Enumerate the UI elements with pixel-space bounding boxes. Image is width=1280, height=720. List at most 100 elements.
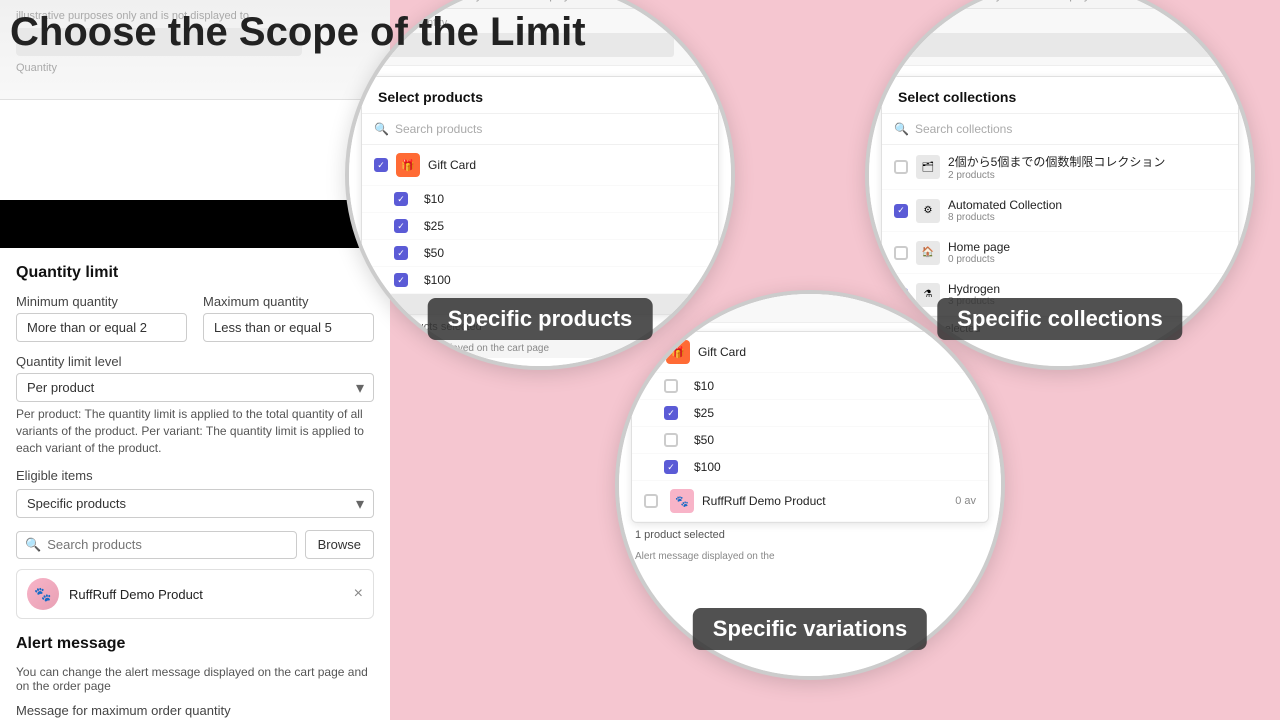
eligible-select-wrapper: Specific products: [16, 489, 374, 518]
mag-var-ruffruff-icon: 🐾: [670, 489, 694, 513]
mag-var-sub-25: $25: [632, 400, 988, 427]
eligible-items-label: Eligible items: [16, 468, 374, 483]
mag-var-ruffruff-label: RuffRuff Demo Product: [702, 494, 826, 508]
mag-var-ruffruff-count: 0 av: [955, 495, 976, 507]
mag-col-min-input: [881, 33, 1239, 57]
mag-col-min-label: min: [881, 17, 1239, 29]
limit-level-group: Quantity limit level Per product Per pro…: [16, 354, 374, 456]
mag-col-0-icon: 🗂: [916, 155, 940, 179]
specific-variations-label: Specific variations: [693, 608, 927, 650]
mag-product-giftcard: 🎁 Gift Card: [362, 145, 718, 186]
mag-col-title: Select collections: [882, 77, 1238, 114]
quantity-limit-section: Quantity limit: [16, 264, 374, 282]
mag-products-top-bar: illustrative purposes only and is not di…: [349, 0, 731, 9]
mag-col-1-count: 8 products: [948, 212, 1062, 223]
mag-var-50-checkbox: [664, 433, 678, 447]
mag-var-sub-100: $100: [632, 454, 988, 481]
search-icon: 🔍: [25, 537, 41, 553]
mag-col-0-title: 2個から5個までの個数制限コレクション: [948, 153, 1165, 170]
mag-100-checkbox: [394, 273, 408, 287]
mag-col-0-text: 2個から5個までの個数制限コレクション 2 products: [948, 153, 1165, 181]
min-quantity-group: Minimum quantity: [16, 294, 187, 342]
mag-col-1-icon: ⚙: [916, 199, 940, 223]
mag-col-0-checkbox: [894, 160, 908, 174]
mag-giftcard-label: Gift Card: [428, 158, 476, 172]
search-wrap: 🔍: [16, 531, 297, 559]
mag-25-checkbox: [394, 219, 408, 233]
mag-giftcard-checkbox: [374, 158, 388, 172]
mag-products-search-icon: 🔍: [374, 122, 389, 136]
mag-sub-50: $50: [362, 240, 718, 267]
specific-products-label: Specific products: [428, 298, 653, 340]
eligible-items-group: Eligible items Specific products: [16, 468, 374, 518]
mag-var-dialog: 🎁 Gift Card $10 $25 $50: [631, 331, 989, 566]
mag-100-label: $100: [424, 273, 451, 287]
mag-25-label: $25: [424, 219, 444, 233]
mag-var-25-label: $25: [694, 406, 714, 420]
mag-col-search-icon: 🔍: [894, 122, 909, 136]
mag-col-2-icon: 🏠: [916, 241, 940, 265]
mag-col-search-text: Search collections: [915, 122, 1012, 136]
search-products-input[interactable]: [47, 537, 287, 552]
mag-var-alert-note: Alert message displayed on the: [631, 547, 989, 566]
browse-button[interactable]: Browse: [305, 530, 374, 559]
mag-giftcard-icon: 🎁: [396, 153, 420, 177]
mag-10-label: $10: [424, 192, 444, 206]
mag-var-25-checkbox: [664, 406, 678, 420]
product-name: RuffRuff Demo Product: [69, 587, 354, 602]
mag-products-title: Select products: [362, 77, 718, 114]
mag-var-giftcard-icon: 🎁: [666, 340, 690, 364]
mag-col-item-2: 🏠 Home page 0 products: [882, 232, 1238, 274]
min-quantity-label: Minimum quantity: [16, 294, 187, 309]
mag-sub-25: $25: [362, 213, 718, 240]
mag-10-checkbox: [394, 192, 408, 206]
mag-var-giftcard-label: Gift Card: [698, 345, 746, 359]
mag-col-2-title: Home page: [948, 240, 1010, 254]
mag-sub-10: $10: [362, 186, 718, 213]
mag-var-ruffruff-checkbox: [644, 494, 658, 508]
mag-var-sub-50: $50: [632, 427, 988, 454]
mag-col-1-checkbox: [894, 204, 908, 218]
mag-col-2-count: 0 products: [948, 254, 1010, 265]
mag-products-search-text: Search products: [395, 122, 482, 136]
eligible-select[interactable]: Specific products: [16, 489, 374, 518]
mag-col-item-0: 🗂 2個から5個までの個数制限コレクション 2 products: [882, 145, 1238, 190]
mag-col-item-1: ⚙ Automated Collection 8 products: [882, 190, 1238, 232]
search-browse-row: 🔍 Browse: [16, 530, 374, 559]
selected-product-tag: 🐾 RuffRuff Demo Product ×: [16, 569, 374, 619]
mag-var-giftcard: 🎁 Gift Card: [632, 332, 988, 373]
mag-products-search: 🔍 Search products: [362, 114, 718, 145]
max-msg-label: Message for maximum order quantity: [16, 703, 374, 718]
mag-var-10-checkbox: [664, 379, 678, 393]
mag-var-100-label: $100: [694, 460, 721, 474]
mag-col-2-checkbox: [894, 246, 908, 260]
mag-var-100-checkbox: [664, 460, 678, 474]
mag-var-ruffruff: 🐾 RuffRuff Demo Product 0 av: [632, 481, 988, 522]
specific-collections-label: Specific collections: [937, 298, 1182, 340]
limit-level-select[interactable]: Per product: [16, 373, 374, 402]
alert-section-title: Alert message: [16, 635, 374, 653]
limit-level-label: Quantity limit level: [16, 354, 374, 369]
left-panel: illustrative purposes only and is not di…: [0, 0, 390, 720]
mag-ruffruff-left: 🐾 RuffRuff Demo Product: [644, 489, 826, 513]
mag-var-sub-10: $10: [632, 373, 988, 400]
mag-col-top-bar: illustrative purposes only and is not di…: [869, 0, 1251, 9]
mag-col-1-title: Automated Collection: [948, 198, 1062, 212]
mag-col-1-text: Automated Collection 8 products: [948, 198, 1062, 223]
magnifier-variations-circle: n products 🎁 Gift Card $10: [615, 290, 1005, 680]
alert-section: Alert message You can change the alert m…: [16, 635, 374, 720]
mag-var-50-label: $50: [694, 433, 714, 447]
mag-col-2-text: Home page 0 products: [948, 240, 1010, 265]
mag-50-checkbox: [394, 246, 408, 260]
product-avatar: 🐾: [27, 578, 59, 610]
level-description: Per product: The quantity limit is appli…: [16, 406, 374, 456]
mag-col-search: 🔍 Search collections: [882, 114, 1238, 145]
limit-level-select-wrapper: Per product: [16, 373, 374, 402]
alert-description: You can change the alert message display…: [16, 665, 374, 693]
min-quantity-input[interactable]: [16, 313, 187, 342]
mag-var-10-label: $10: [694, 379, 714, 393]
mag-50-label: $50: [424, 246, 444, 260]
mag-var-giftcard-checkbox: [644, 345, 658, 359]
page-title: Choose the Scope of the Limit: [10, 10, 586, 55]
remove-product-button[interactable]: ×: [354, 585, 363, 603]
